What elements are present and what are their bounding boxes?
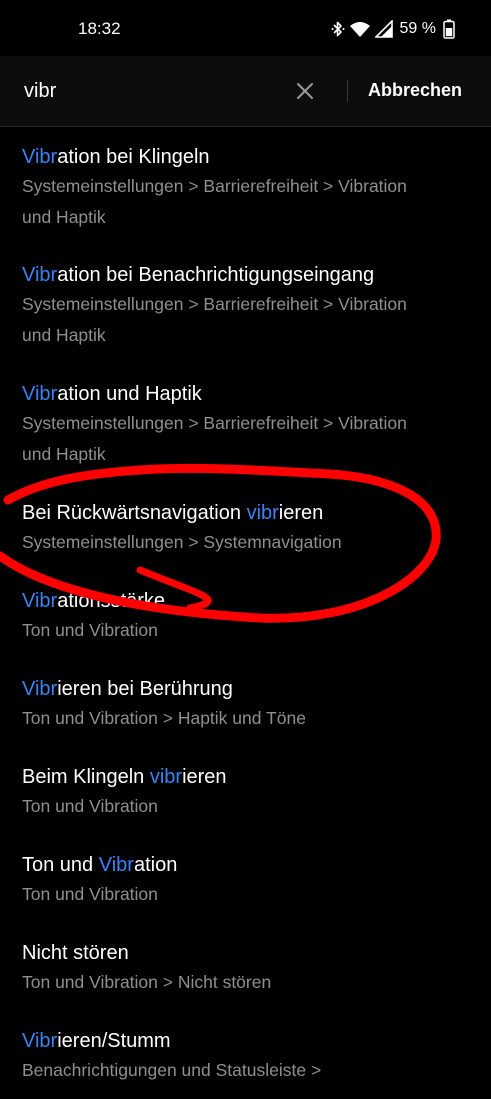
result-title: Vibration bei Klingeln xyxy=(22,143,469,171)
result-path: Systemeinstellungen > Barrierefreiheit >… xyxy=(22,171,469,233)
result-title: Vibrieren bei Berührung xyxy=(22,675,469,703)
search-result-item[interactable]: Vibrieren/Stumm Benachrichtigungen und St… xyxy=(0,1011,491,1099)
result-title-match: Vibr xyxy=(22,590,58,612)
battery-icon xyxy=(443,19,455,39)
result-path: Systemeinstellungen > Barrierefreiheit >… xyxy=(22,408,469,470)
result-path-line: Systemeinstellungen > Barrierefreiheit >… xyxy=(22,176,407,196)
result-title: Vibration und Haptik xyxy=(22,380,469,408)
clear-search-button[interactable] xyxy=(290,76,320,106)
search-result-item[interactable]: Nicht stören Ton und Vibration > Nicht st… xyxy=(0,923,491,1011)
result-title: Nicht stören xyxy=(22,939,469,967)
search-result-item[interactable]: Beim Klingeln vibrieren Ton und Vibration xyxy=(0,747,491,835)
search-result-item[interactable]: Vibrieren bei Berührung Ton und Vibration… xyxy=(0,659,491,747)
result-path-line: Systemeinstellungen > Barrierefreiheit >… xyxy=(22,294,407,314)
result-title: Ton und Vibration xyxy=(22,851,469,879)
result-path-line: Systemeinstellungen > Systemnavigation xyxy=(22,532,342,552)
result-path-line: Ton und Vibration xyxy=(22,884,158,904)
result-title-text: Ton und xyxy=(22,854,99,876)
search-result-item[interactable]: Bei Rückwärtsnavigation vibrieren Systeme… xyxy=(0,483,491,571)
result-path: Systemeinstellungen > Barrierefreiheit >… xyxy=(22,289,469,351)
result-title-match: Vibr xyxy=(98,854,134,876)
status-time: 18:32 xyxy=(78,19,121,38)
result-title: Vibrationsstärke xyxy=(22,587,469,615)
result-path-line: Ton und Vibration xyxy=(22,796,158,816)
result-title-match: Vibr xyxy=(22,678,58,700)
search-result-item[interactable]: Vibration bei Klingeln Systemeinstellunge… xyxy=(0,127,491,245)
result-path-line: Ton und Vibration > Nicht stören xyxy=(22,972,272,992)
bluetooth-icon xyxy=(331,20,345,38)
result-title-text: ation bei Benachrichtigungseingang xyxy=(57,264,375,286)
result-title-text: ation bei Klingeln xyxy=(57,146,210,168)
result-title-text: Bei Rückwärtsnavigation xyxy=(22,502,247,524)
result-title-text: ieren bei Berührung xyxy=(57,678,233,700)
result-path-line: Ton und Vibration xyxy=(22,620,158,640)
result-title-match: Vibr xyxy=(22,264,58,286)
result-title-text: ationsstärke xyxy=(57,590,166,612)
result-title-text: ieren/Stumm xyxy=(57,1030,171,1052)
result-path: Systemeinstellungen > Systemnavigation xyxy=(22,527,469,558)
cancel-button[interactable]: Abbrechen xyxy=(368,80,462,101)
search-result-item[interactable]: Ton und Vibration Ton und Vibration xyxy=(0,835,491,923)
result-path: Benachrichtigungen und Statusleiste > xyxy=(22,1055,469,1086)
result-title-match: Vibr xyxy=(22,383,58,405)
battery-percent: 59 % xyxy=(399,20,436,37)
result-title: Beim Klingeln vibrieren xyxy=(22,763,469,791)
search-divider xyxy=(347,80,348,102)
close-icon xyxy=(297,83,313,99)
result-title: Vibrieren/Stumm xyxy=(22,1027,469,1055)
result-title-text: ation xyxy=(133,854,178,876)
search-results-list: Vibration bei Klingeln Systemeinstellunge… xyxy=(0,127,491,1099)
search-input[interactable] xyxy=(22,70,276,112)
result-path: Ton und Vibration xyxy=(22,879,469,910)
status-icons: 59 % xyxy=(331,18,455,40)
result-title-match: Vibr xyxy=(22,1030,58,1052)
result-path: Ton und Vibration > Haptik und Töne xyxy=(22,703,469,734)
result-path-line: und Haptik xyxy=(22,444,106,464)
search-result-item[interactable]: Vibration und Haptik Systemeinstellungen … xyxy=(0,364,491,483)
result-title-text: Nicht stören xyxy=(22,942,129,964)
signal-icon xyxy=(374,20,393,38)
result-path: Ton und Vibration xyxy=(22,791,469,822)
status-bar: 18:32 59 % xyxy=(0,0,491,56)
result-path-line: Benachrichtigungen und Statusleiste > xyxy=(22,1060,322,1080)
result-title-text: ieren xyxy=(182,766,227,788)
result-title-text: ieren xyxy=(278,502,324,524)
result-path-line: und Haptik xyxy=(22,325,106,345)
search-bar: Abbrechen xyxy=(0,56,491,127)
result-title-match: Vibr xyxy=(22,146,58,168)
result-title-text: ation und Haptik xyxy=(57,383,202,405)
result-title: Bei Rückwärtsnavigation vibrieren xyxy=(22,499,469,527)
wifi-icon xyxy=(349,20,371,38)
result-path: Ton und Vibration xyxy=(22,615,469,646)
search-result-item[interactable]: Vibration bei Benachrichtigungseingang Sy… xyxy=(0,245,491,364)
result-path: Ton und Vibration > Nicht stören xyxy=(22,967,469,998)
result-path-line: Systemeinstellungen > Barrierefreiheit >… xyxy=(22,413,407,433)
result-title-match: vibr xyxy=(149,766,183,788)
result-title: Vibration bei Benachrichtigungseingang xyxy=(22,261,469,289)
result-title-text: Beim Klingeln xyxy=(22,766,150,788)
result-path-line: Ton und Vibration > Haptik und Töne xyxy=(22,708,306,728)
result-path-line: und Haptik xyxy=(22,207,106,227)
result-title-match: vibr xyxy=(246,502,279,524)
search-result-item[interactable]: Vibrationsstärke Ton und Vibration xyxy=(0,571,491,659)
